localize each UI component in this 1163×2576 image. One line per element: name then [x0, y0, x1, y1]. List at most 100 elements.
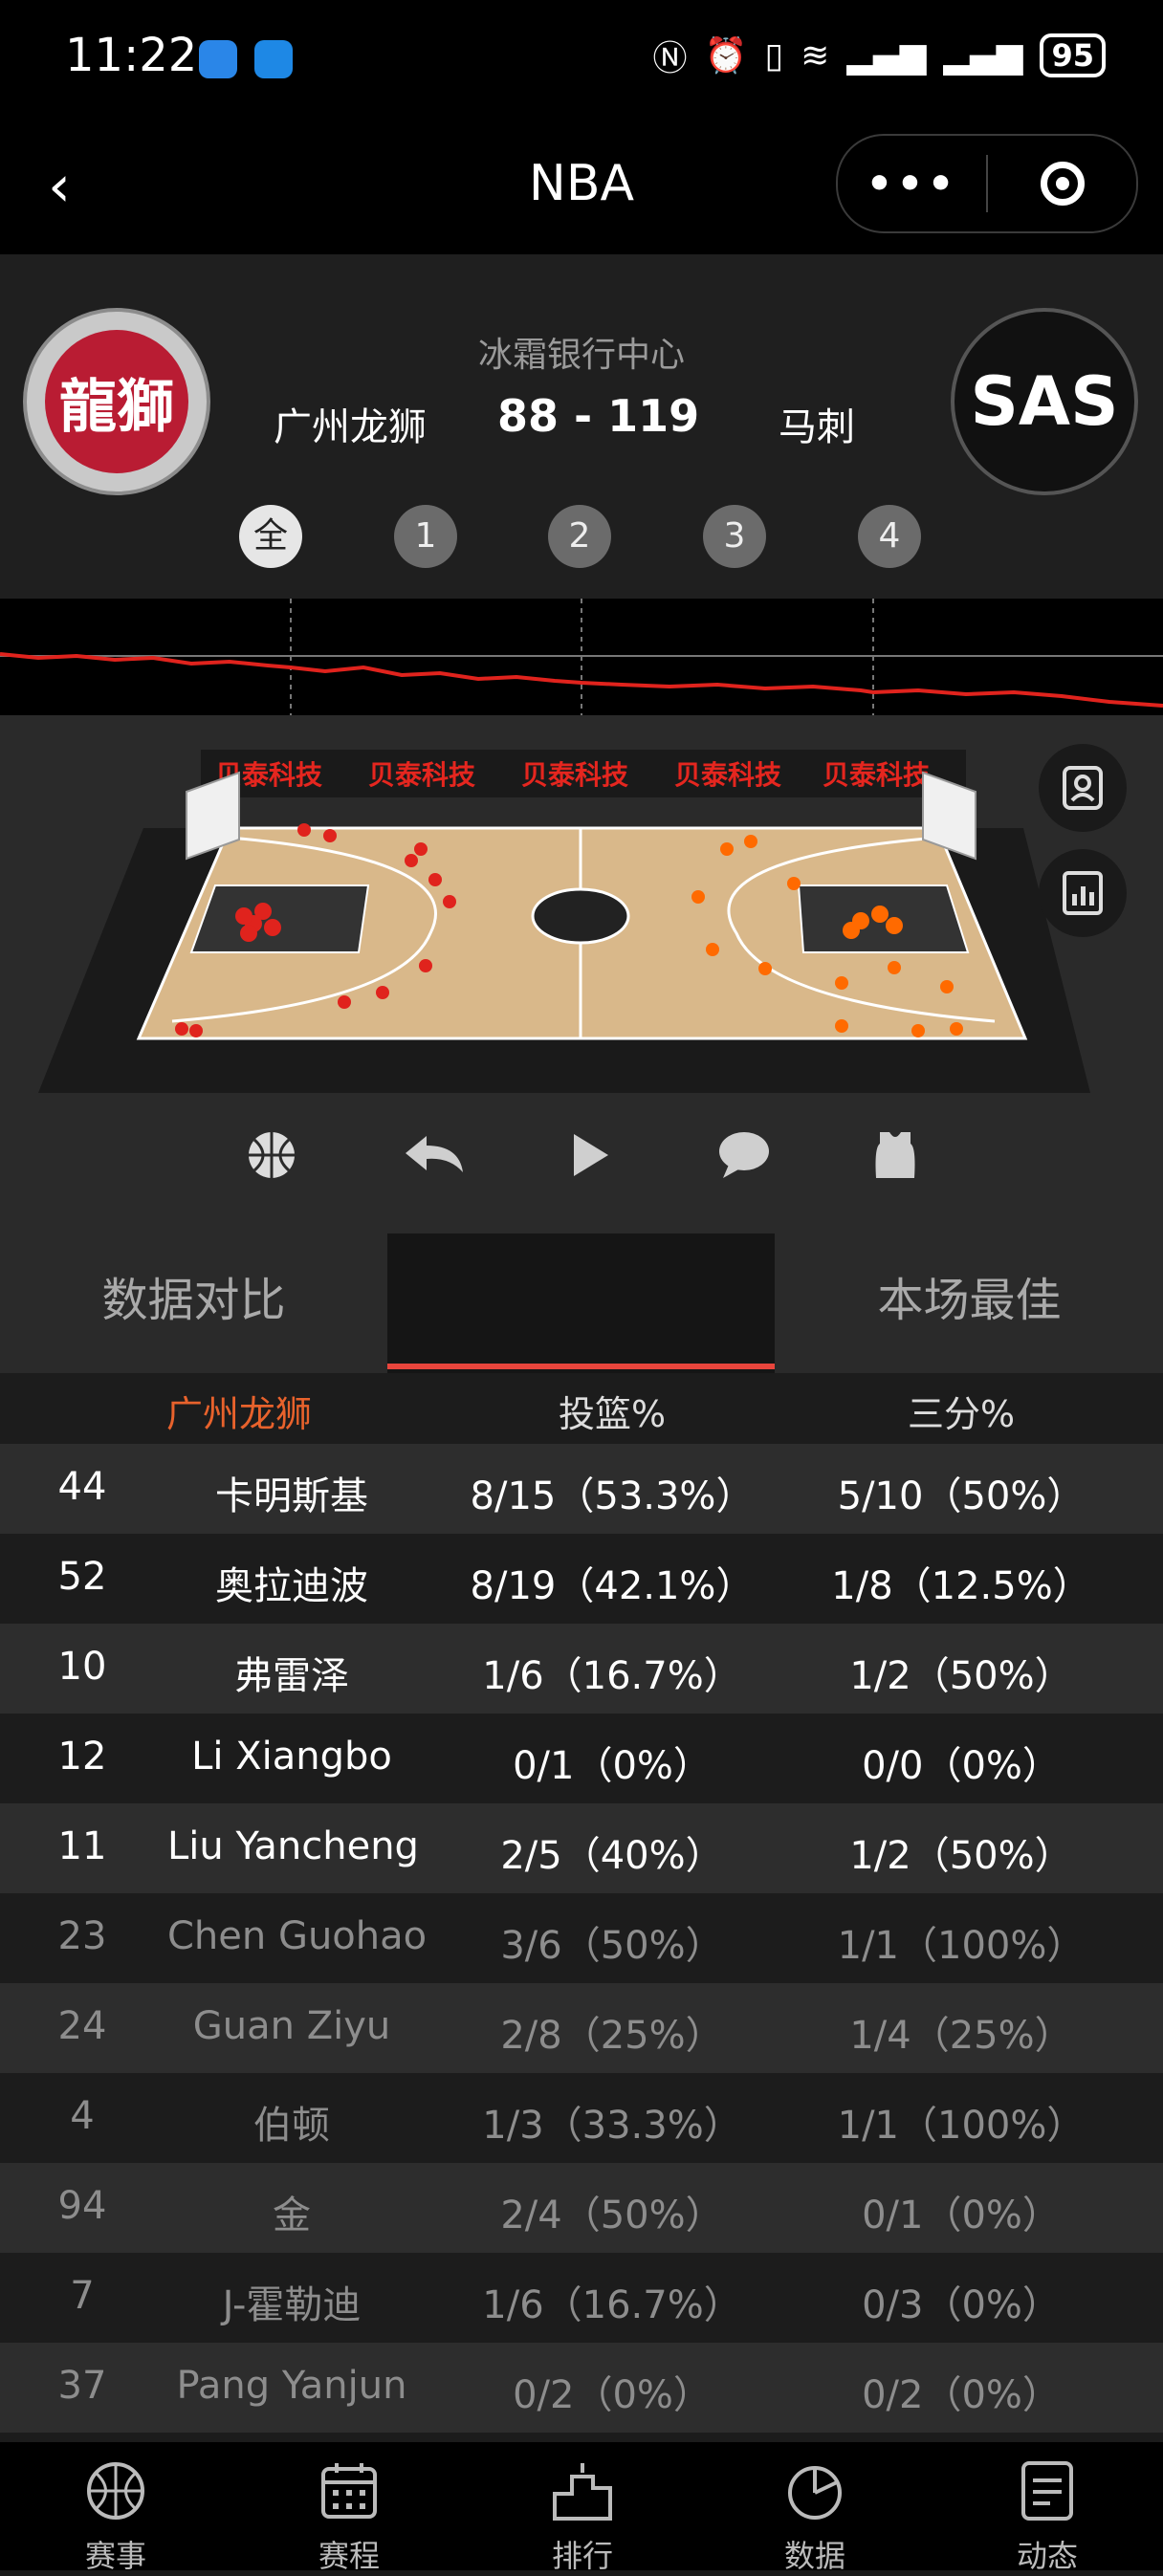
left-paint — [189, 884, 370, 953]
tp-header[interactable]: 三分% — [784, 1385, 1138, 1437]
table-rows: 44 卡明斯基 8/15（53.3%） 5/10（50%） 52 奥拉迪波 8/19（42… — [0, 1444, 1163, 2433]
tab-data-comparison[interactable]: 数据对比 — [0, 1233, 387, 1373]
jersey-number: 44 — [57, 1465, 107, 1509]
replay-icon[interactable] — [402, 1128, 469, 1195]
jersey-number: 37 — [57, 2364, 107, 2408]
trend-svg — [0, 599, 1163, 715]
nav-label: 赛事 — [84, 2538, 146, 2574]
comment-icon[interactable] — [715, 1128, 773, 1195]
tab-active[interactable] — [387, 1233, 775, 1373]
mini-program-capsule: ••• — [836, 134, 1138, 233]
jersey-number: 7 — [70, 2274, 95, 2318]
stats-report-button[interactable] — [1039, 849, 1127, 937]
ad-text-3: 贝泰科技 — [521, 759, 628, 791]
fg-stat: 2/5（40%） — [500, 1834, 724, 1878]
fg-stat: 1/3（33.3%） — [482, 2104, 742, 2148]
tp-stat: 1/1（100%） — [837, 2104, 1086, 2148]
nav-events[interactable]: 赛事 — [44, 2457, 187, 2576]
basketball-outline-icon — [44, 2457, 187, 2524]
player-name: Pang Yanjun — [176, 2364, 407, 2408]
tab-best-player[interactable]: 本场最佳 — [776, 1233, 1163, 1373]
period-4[interactable]: 4 — [858, 505, 921, 568]
fg-stat: 3/6（50%） — [500, 1924, 724, 1968]
table-header: 广州龙狮 投篮% 三分% — [0, 1373, 1163, 1444]
player-name: 奥拉迪波 — [215, 1564, 368, 1608]
more-button[interactable]: ••• — [838, 160, 986, 208]
player-name: 金 — [273, 2194, 311, 2238]
tp-stat: 0/3（0%） — [862, 2283, 1061, 2327]
nav-label: 排行 — [551, 2538, 613, 2574]
person-card-icon — [1063, 766, 1103, 810]
player-card-button[interactable] — [1039, 744, 1127, 832]
nav-schedule[interactable]: 赛程 — [277, 2457, 421, 2576]
fg-stat: 0/1（0%） — [513, 1744, 712, 1788]
player-name: Guan Ziyu — [192, 2004, 391, 2048]
table-row[interactable]: 37 Pang Yanjun 0/2（0%） 0/2（0%） — [0, 2343, 1163, 2433]
browser-app-icon — [254, 40, 293, 78]
status-bar: 11:22 Ⓝ ⏰ ▯ ≋ ▂▄▆ ▂▄▆ 95 — [0, 0, 1163, 115]
tp-stat: 0/1（0%） — [862, 2194, 1061, 2238]
table-row[interactable]: 4 伯顿 1/3（33.3%） 1/1（100%） — [0, 2073, 1163, 2163]
bottom-nav: 赛事 赛程 排行 数据 动态 — [0, 2442, 1163, 2574]
battery-icon: 95 — [1040, 33, 1106, 77]
home-team-name: 广州龙狮 — [274, 405, 427, 449]
table-row[interactable]: 10 弗雷泽 1/6（16.7%） 1/2（50%） — [0, 1624, 1163, 1714]
nav-label: 赛程 — [318, 2538, 380, 2574]
table-row[interactable]: 12 Li Xiangbo 0/1（0%） 0/0（0%） — [0, 1714, 1163, 1803]
table-row[interactable]: 11 Liu Yancheng 2/5（40%） 1/2（50%） — [0, 1803, 1163, 1893]
jersey-icon[interactable] — [872, 1128, 918, 1195]
tp-stat: 1/2（50%） — [849, 1654, 1073, 1698]
tp-stat: 1/1（100%） — [837, 1924, 1086, 1968]
podium-icon — [511, 2457, 654, 2524]
tp-stat: 5/10（50%） — [837, 1474, 1086, 1518]
jersey-number: 52 — [57, 1555, 107, 1599]
period-all[interactable]: 全 — [239, 505, 302, 568]
table-row[interactable]: 94 金 2/4（50%） 0/1（0%） — [0, 2163, 1163, 2253]
fg-stat: 1/6（16.7%） — [482, 1654, 742, 1698]
target-icon — [1040, 162, 1085, 206]
score: 88 - 119 — [497, 390, 700, 442]
jersey-number: 11 — [57, 1824, 107, 1868]
nav-news[interactable]: 动态 — [976, 2457, 1119, 2576]
away-team-name: 马刺 — [779, 405, 855, 449]
close-button[interactable] — [988, 162, 1136, 206]
center-circle — [531, 887, 630, 945]
period-2[interactable]: 2 — [548, 505, 611, 568]
fg-stat: 2/4（50%） — [500, 2194, 724, 2238]
jersey-number: 4 — [70, 2094, 95, 2138]
fg-header[interactable]: 投篮% — [450, 1385, 775, 1437]
player-name: Li Xiangbo — [191, 1735, 392, 1779]
team-header[interactable]: 广州龙狮 — [96, 1385, 383, 1437]
alarm-icon: ⏰ — [704, 36, 748, 76]
jersey-number: 94 — [57, 2184, 107, 2228]
basketball-icon[interactable] — [245, 1128, 298, 1195]
fg-stat: 1/6（16.7%） — [482, 2283, 742, 2327]
period-1[interactable]: 1 — [394, 505, 457, 568]
table-row[interactable]: 7 J-霍勒迪 1/6（16.7%） 0/3（0%） — [0, 2253, 1163, 2343]
period-3[interactable]: 3 — [703, 505, 766, 568]
signal2-icon: ▂▄▆ — [943, 35, 1023, 76]
nfc-icon: Ⓝ — [652, 39, 688, 78]
nav-rankings[interactable]: 排行 — [511, 2457, 654, 2576]
player-name: J-霍勒迪 — [222, 2283, 362, 2327]
tp-stat: 1/8（12.5%） — [831, 1564, 1091, 1608]
player-name: Liu Yancheng — [167, 1824, 419, 1868]
tp-stat: 0/0（0%） — [862, 1744, 1061, 1788]
play-icon[interactable] — [570, 1128, 612, 1195]
document-icon — [976, 2457, 1119, 2524]
fg-stat: 8/15（53.3%） — [470, 1474, 755, 1518]
table-row[interactable]: 23 Chen Guohao 3/6（50%） 1/1（100%） — [0, 1893, 1163, 1983]
away-team-logo[interactable]: SAS — [951, 308, 1138, 495]
player-name: 卡明斯基 — [215, 1474, 368, 1518]
table-row[interactable]: 24 Guan Ziyu 2/8（25%） 1/4（25%） — [0, 1983, 1163, 2073]
table-row[interactable]: 52 奥拉迪波 8/19（42.1%） 1/8（12.5%） — [0, 1534, 1163, 1624]
nav-stats[interactable]: 数据 — [743, 2457, 887, 2576]
ad-text-5: 贝泰科技 — [823, 759, 930, 791]
calendar-icon — [277, 2457, 421, 2524]
weather-app-icon — [199, 40, 237, 78]
nav-label: 数据 — [783, 2538, 845, 2574]
status-icons: Ⓝ ⏰ ▯ ≋ ▂▄▆ ▂▄▆ 95 — [653, 31, 1106, 80]
game-header: 龍獅 冰霜银行中心 广州龙狮 88 - 119 马刺 SAS 全 1 2 3 4 — [0, 254, 1163, 599]
vibrate-icon: ▯ — [764, 35, 784, 76]
table-row[interactable]: 44 卡明斯基 8/15（53.3%） 5/10（50%） — [0, 1444, 1163, 1534]
